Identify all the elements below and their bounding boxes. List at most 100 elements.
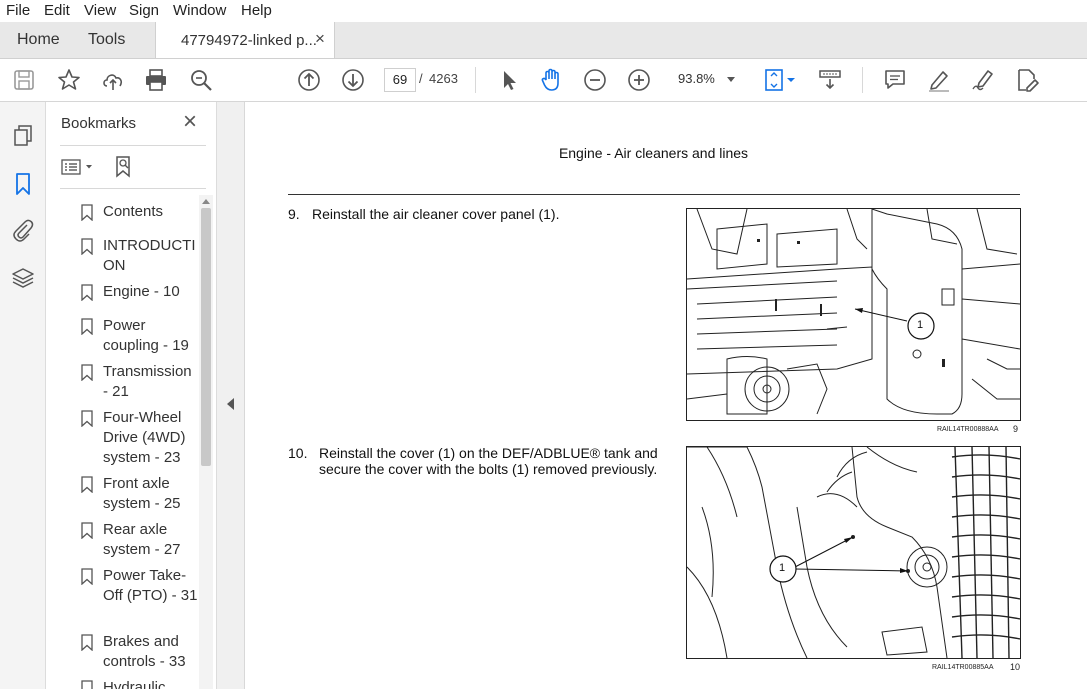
bookmark-icon (81, 680, 93, 689)
divider (60, 145, 206, 146)
document-viewport[interactable]: Engine - Air cleaners and lines 9. Reins… (245, 102, 1087, 689)
bookmark-label: Four-Wheel Drive (4WD) system - 23 (103, 409, 186, 466)
tab-close-icon[interactable]: × (315, 29, 325, 49)
bookmark-icon (81, 410, 93, 427)
bookmark-item-transmission[interactable]: Transmission - 21 (75, 362, 198, 404)
bookmark-item-engine[interactable]: Engine - 10 (75, 282, 198, 304)
bookmark-icon (81, 364, 93, 381)
bookmark-icon (81, 284, 93, 301)
select-cursor-icon[interactable] (496, 67, 522, 93)
zoom-in-icon[interactable] (626, 67, 652, 93)
scrollbar-thumb[interactable] (201, 208, 211, 466)
bookmark-label: INTRODUCTI ON (103, 237, 196, 274)
bookmark-label: Front axle system - 25 (103, 475, 181, 512)
bookmark-item-introduction[interactable]: INTRODUCTI ON (75, 236, 198, 278)
def-tank-illustration (687, 447, 1020, 658)
figure-def-tank-cover: 1 (686, 446, 1021, 659)
next-page-icon[interactable] (340, 67, 366, 93)
menu-window[interactable]: Window (173, 2, 226, 19)
bookmark-item-brakes[interactable]: Brakes and controls - 33 (75, 632, 198, 674)
figure-number: 9 (1013, 424, 1019, 434)
step-text-line2: secure the cover with the bolts (1) remo… (319, 461, 658, 477)
bookmark-item-rear-axle[interactable]: Rear axle system - 27 (75, 520, 198, 562)
bookmark-label: Power coupling - 19 (103, 317, 189, 354)
bookmark-item-hydraulic[interactable]: Hydraulic (75, 678, 198, 689)
bookmark-item-pto[interactable]: Power Take-Off (PTO) - 31 (75, 566, 198, 628)
highlight-pen-icon[interactable] (926, 67, 952, 93)
page-total: 4263 (429, 71, 458, 86)
bookmark-icon (81, 568, 93, 585)
menu-view[interactable]: View (84, 2, 116, 19)
scroll-mode-icon[interactable] (817, 67, 843, 93)
bookmark-icon (81, 476, 93, 493)
page-thumbnails-icon[interactable] (12, 124, 34, 148)
tab-tools[interactable]: Tools (88, 31, 125, 49)
bookmark-icon (81, 238, 93, 255)
bookmark-label: Transmission - 21 (103, 363, 192, 400)
tab-home[interactable]: Home (17, 31, 60, 49)
collapse-left-icon[interactable] (227, 398, 234, 410)
bookmark-icon (81, 318, 93, 335)
upload-cloud-icon[interactable] (100, 67, 126, 93)
bookmark-icon (81, 634, 93, 651)
tab-bar: Home Tools 47794972-linked p... × (0, 22, 1087, 59)
document-header: Engine - Air cleaners and lines (558, 145, 749, 161)
sign-icon[interactable] (970, 67, 996, 93)
menu-help[interactable]: Help (241, 2, 272, 19)
bookmark-label: Engine - 10 (103, 283, 180, 300)
star-icon[interactable] (56, 67, 82, 93)
menu-file[interactable]: File (6, 2, 30, 19)
zoom-level-select[interactable]: 93.8% (672, 68, 742, 90)
toolbar-divider (475, 67, 476, 93)
panel-collapse-strip[interactable] (217, 102, 245, 689)
save-icon[interactable] (11, 67, 37, 93)
bookmark-icon (81, 204, 93, 221)
previous-page-icon[interactable] (296, 67, 322, 93)
page-separator: / (419, 71, 423, 86)
figure-code: RAIL14TR00885AA (932, 664, 994, 671)
bookmark-label: Power Take-Off (PTO) - 31 (103, 567, 198, 604)
bookmark-icon (81, 522, 93, 539)
layers-icon[interactable] (11, 266, 35, 290)
step-number: 9. (288, 206, 300, 222)
bookmark-panel-icon[interactable] (14, 172, 32, 196)
toolbar-divider (862, 67, 863, 93)
menu-edit[interactable]: Edit (44, 2, 70, 19)
bookmark-label: Brakes and controls - 33 (103, 633, 186, 670)
figure-number: 10 (1010, 662, 1021, 672)
callout-label: 1 (779, 562, 786, 574)
bookmark-options-icon[interactable] (60, 157, 98, 177)
navigation-pane-strip (0, 102, 46, 689)
bookmark-label: Contents (103, 203, 164, 220)
edit-pdf-icon[interactable] (1014, 67, 1040, 93)
step-text: Reinstall the air cleaner cover panel (1… (312, 206, 560, 222)
step-number: 10. (288, 445, 308, 461)
fit-page-icon[interactable] (763, 67, 799, 93)
bookmarks-close-icon[interactable]: × (183, 110, 197, 134)
toolbar: 69 / 4263 93.8% (0, 59, 1087, 102)
callout-label: 1 (917, 319, 924, 331)
bookmark-label: Hydraulic (103, 679, 166, 689)
step-text-line1: Reinstall the cover (1) on the DEF/ADBLU… (319, 445, 658, 461)
figure-air-cleaner-panel: 1 (686, 208, 1021, 421)
chevron-down-icon (727, 77, 735, 82)
comment-icon[interactable] (882, 67, 908, 93)
page-number-input[interactable]: 69 (384, 68, 416, 92)
zoom-search-icon[interactable] (188, 67, 214, 93)
bookmark-item-front-axle[interactable]: Front axle system - 25 (75, 474, 198, 516)
hand-tool-icon[interactable] (538, 67, 564, 93)
bookmark-item-contents[interactable]: Contents (75, 202, 198, 224)
tab-document[interactable]: 47794972-linked p... × (155, 22, 335, 58)
bookmarks-scrollbar[interactable] (199, 195, 213, 689)
engine-illustration (687, 209, 1020, 415)
bookmark-item-four-wheel-drive[interactable]: Four-Wheel Drive (4WD) system - 23 (75, 408, 198, 470)
new-bookmark-icon[interactable] (113, 155, 135, 179)
bookmark-item-power-coupling[interactable]: Power coupling - 19 (75, 316, 198, 358)
menu-sign[interactable]: Sign (129, 2, 159, 19)
print-icon[interactable] (143, 67, 169, 93)
bookmarks-title: Bookmarks (61, 115, 137, 132)
attachment-paperclip-icon[interactable] (12, 218, 34, 244)
zoom-out-icon[interactable] (582, 67, 608, 93)
menu-bar: File Edit View Sign Window Help (0, 0, 1087, 22)
scroll-up-icon[interactable] (202, 199, 210, 204)
